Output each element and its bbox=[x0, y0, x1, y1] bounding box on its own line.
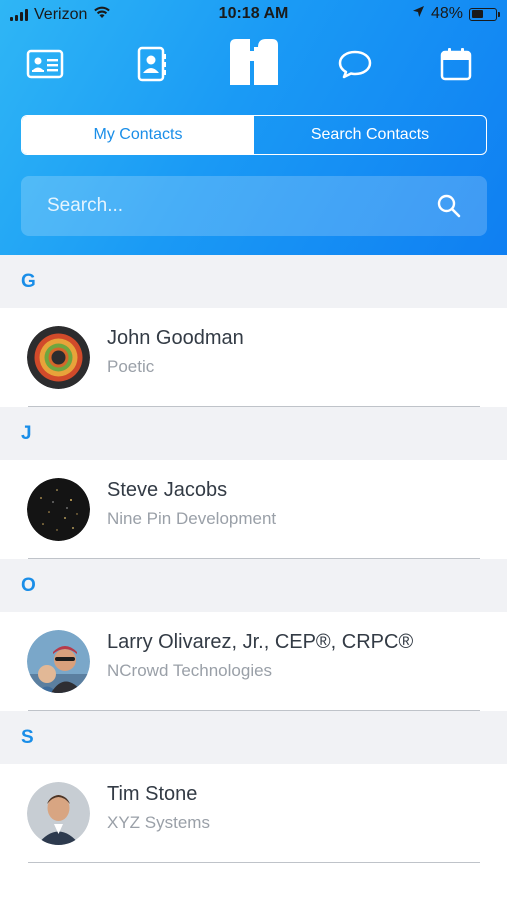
status-bar: Verizon 10:18 AM 48% bbox=[0, 0, 507, 30]
contact-text: Steve Jacobs Nine Pin Development bbox=[107, 477, 276, 530]
avatar bbox=[27, 630, 90, 693]
battery-icon bbox=[469, 7, 500, 21]
header: Verizon 10:18 AM 48% My Contacts Search … bbox=[0, 0, 507, 255]
avatar bbox=[27, 782, 90, 845]
status-right: 48% bbox=[412, 5, 500, 23]
contact-company: NCrowd Technologies bbox=[107, 661, 273, 680]
contact-name: Steve Jacobs bbox=[107, 479, 228, 501]
top-nav bbox=[0, 36, 507, 90]
contact-text: Larry Olivarez, Jr., CEP®, CRPC® NCrowd … bbox=[107, 629, 413, 682]
profile-card-icon[interactable] bbox=[23, 42, 67, 86]
contact-name: Tim Stone bbox=[107, 783, 198, 805]
contact-list: G John Goodman Poetic J Steve Jacobs Nin… bbox=[0, 255, 507, 863]
contact-company: Poetic bbox=[107, 357, 155, 376]
search-bar[interactable] bbox=[21, 176, 487, 236]
tab-search-contacts[interactable]: Search Contacts bbox=[254, 116, 486, 154]
contact-row-larry-olivarez[interactable]: Larry Olivarez, Jr., CEP®, CRPC® NCrowd … bbox=[0, 612, 507, 711]
calendar-icon[interactable] bbox=[434, 42, 478, 86]
contact-company: Nine Pin Development bbox=[107, 509, 277, 528]
contact-text: Tim Stone XYZ Systems bbox=[107, 781, 210, 834]
tab-my-contacts[interactable]: My Contacts bbox=[22, 116, 254, 154]
contact-text: John Goodman Poetic bbox=[107, 325, 244, 378]
section-header-j: J bbox=[0, 407, 507, 460]
battery-percent: 48% bbox=[430, 5, 463, 22]
contact-row-steve-jacobs[interactable]: Steve Jacobs Nine Pin Development bbox=[0, 460, 507, 559]
contact-row-john-goodman[interactable]: John Goodman Poetic bbox=[0, 308, 507, 407]
section-header-o: O bbox=[0, 559, 507, 612]
contact-row-tim-stone[interactable]: Tim Stone XYZ Systems bbox=[0, 764, 507, 863]
chat-bubble-icon[interactable] bbox=[333, 42, 377, 86]
avatar bbox=[27, 326, 90, 389]
search-input[interactable] bbox=[47, 195, 435, 217]
contacts-segmented-control: My Contacts Search Contacts bbox=[21, 115, 487, 155]
app-logo[interactable] bbox=[226, 36, 282, 88]
avatar bbox=[27, 478, 90, 541]
contact-company: XYZ Systems bbox=[107, 813, 210, 832]
section-header-s: S bbox=[0, 711, 507, 764]
contact-name: Larry Olivarez, Jr., CEP®, CRPC® bbox=[107, 631, 414, 653]
address-book-icon[interactable] bbox=[130, 42, 174, 86]
contact-name: John Goodman bbox=[107, 327, 244, 349]
section-header-g: G bbox=[0, 255, 507, 308]
location-arrow-icon bbox=[412, 5, 425, 23]
battery-fill bbox=[471, 10, 483, 18]
search-icon[interactable] bbox=[435, 192, 463, 220]
